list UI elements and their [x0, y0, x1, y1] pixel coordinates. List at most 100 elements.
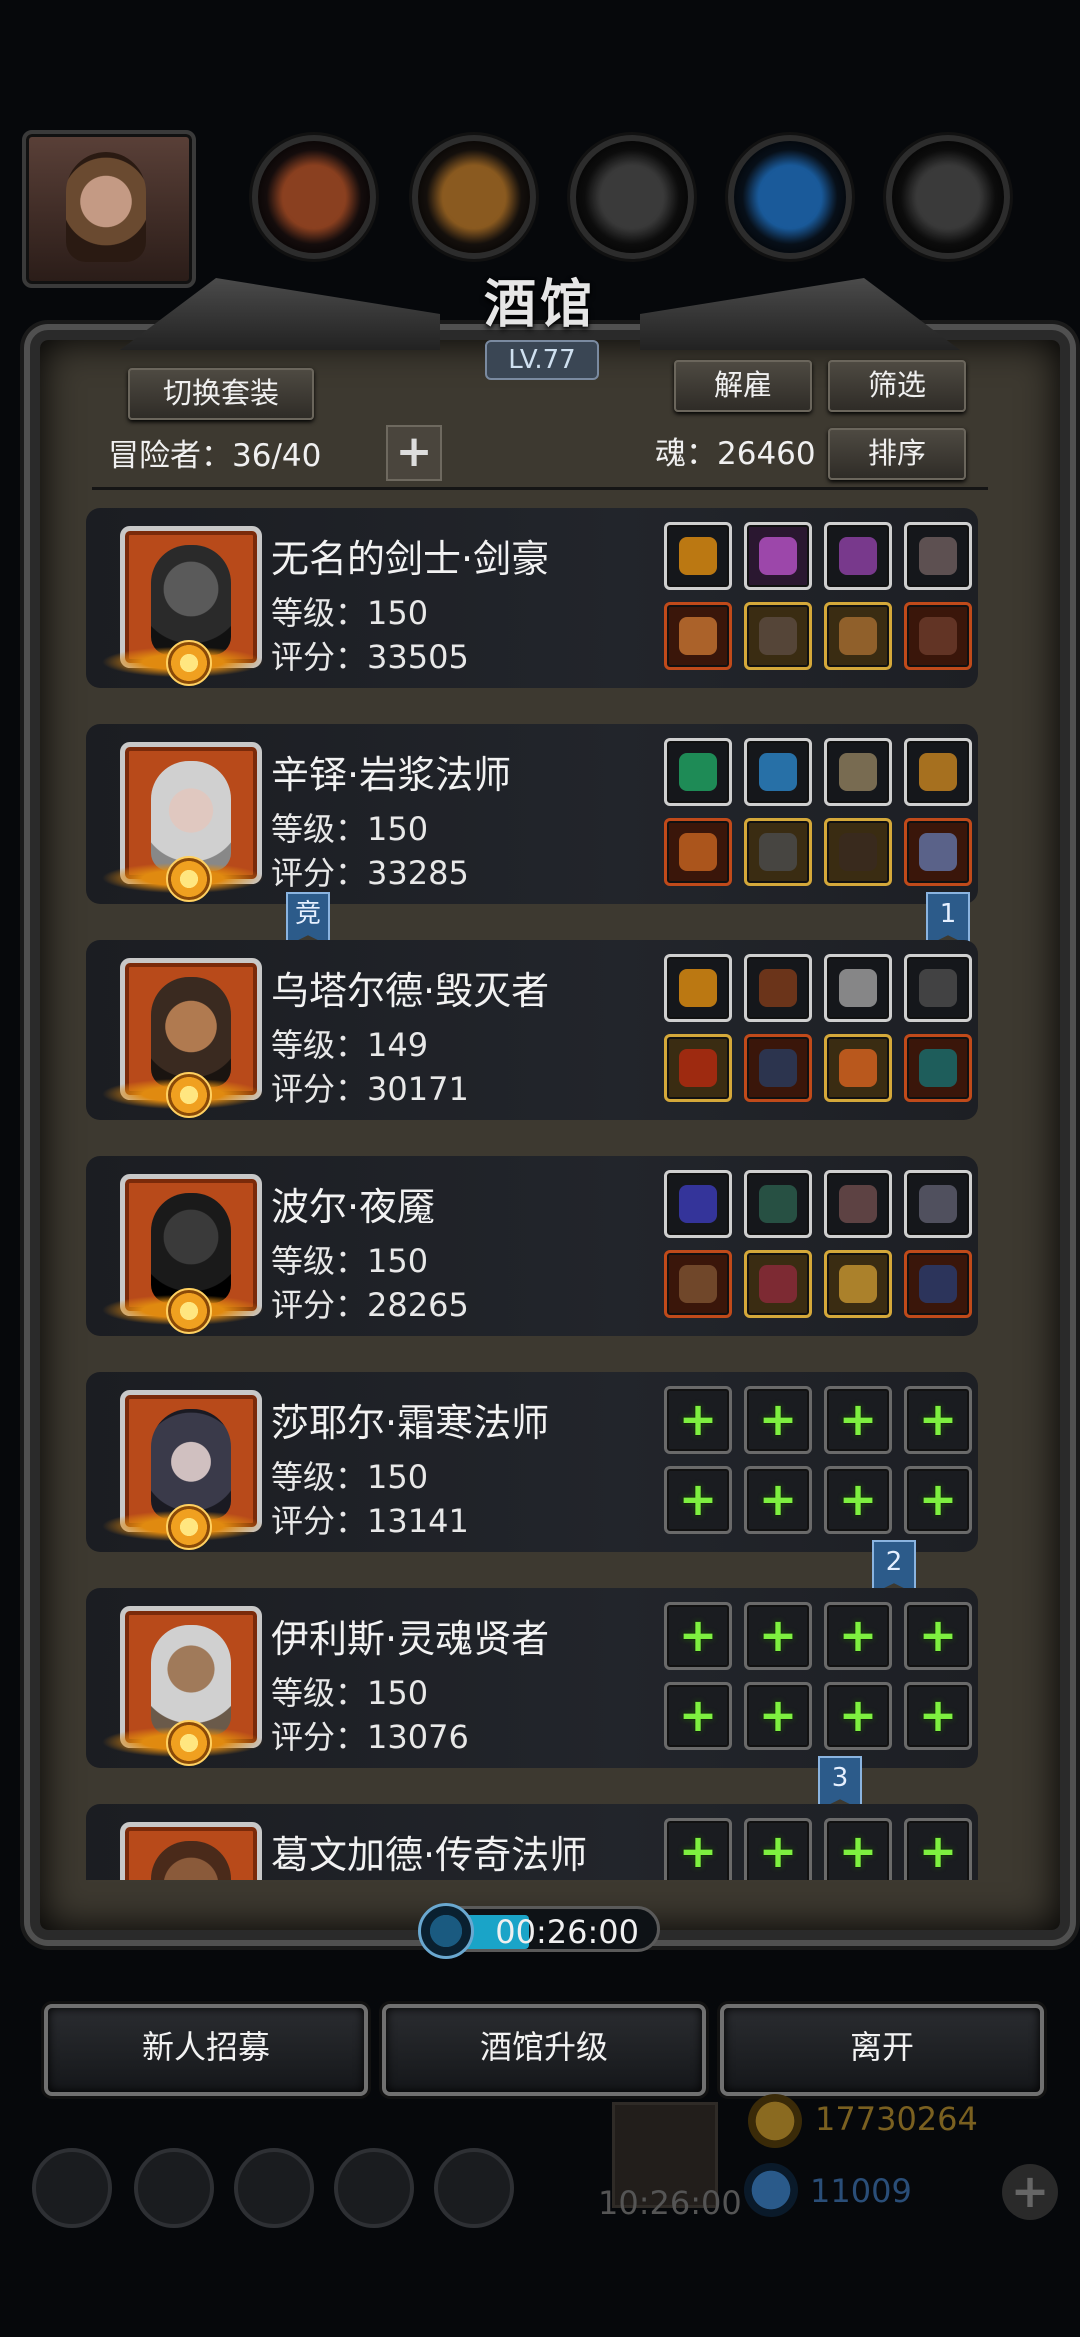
- equip-slot[interactable]: [744, 1034, 812, 1102]
- empty-equip-slot[interactable]: +: [904, 1818, 972, 1880]
- equip-slot[interactable]: [904, 522, 972, 590]
- empty-equip-slot[interactable]: +: [824, 1818, 892, 1880]
- empty-equip-slot[interactable]: +: [744, 1466, 812, 1534]
- achievement-icon[interactable]: [134, 2148, 214, 2228]
- hero-card[interactable]: 乌塔尔德·毁灭者 等级：149 评分：30171: [86, 940, 978, 1120]
- player-portrait[interactable]: [22, 130, 196, 288]
- leave-button[interactable]: 离开: [720, 2004, 1044, 2096]
- compete-flag: 竞: [286, 892, 330, 946]
- empty-equip-slot[interactable]: +: [824, 1682, 892, 1750]
- settings-icon[interactable]: [32, 2148, 112, 2228]
- add-currency-button[interactable]: +: [1002, 2164, 1058, 2220]
- empty-equip-slot[interactable]: +: [904, 1386, 972, 1454]
- empty-equip-slot[interactable]: +: [664, 1682, 732, 1750]
- equip-slot[interactable]: [664, 522, 732, 590]
- hero-card[interactable]: 伊利斯·灵魂贤者 等级：150 评分：13076 + + + + + + + +: [86, 1588, 978, 1768]
- empty-equip-slot[interactable]: +: [744, 1602, 812, 1670]
- resource-orb-wood[interactable]: [412, 135, 536, 259]
- sort-button[interactable]: 排序: [828, 428, 966, 480]
- resource-orb-stone[interactable]: [570, 135, 694, 259]
- dismiss-button[interactable]: 解雇: [674, 360, 812, 412]
- gold-amount: 17730264: [815, 2100, 978, 2138]
- empty-equip-slot[interactable]: +: [664, 1818, 732, 1880]
- empty-equip-slot[interactable]: +: [744, 1818, 812, 1880]
- equip-slot[interactable]: [904, 1250, 972, 1318]
- recruit-button[interactable]: 新人招募: [44, 2004, 368, 2096]
- equip-slot[interactable]: [824, 1034, 892, 1102]
- empty-equip-slot[interactable]: +: [904, 1466, 972, 1534]
- equip-slot[interactable]: [904, 738, 972, 806]
- empty-equip-slot[interactable]: +: [664, 1602, 732, 1670]
- equip-slot[interactable]: [744, 954, 812, 1022]
- empty-equip-slot[interactable]: +: [664, 1466, 732, 1534]
- hero-level: 等级：150: [271, 594, 429, 632]
- star-badge-icon: [166, 640, 212, 686]
- hero-card[interactable]: 无名的剑士·剑豪 等级：150 评分：33505: [86, 508, 978, 688]
- equip-slot[interactable]: [664, 738, 732, 806]
- add-equip-icon: +: [758, 1608, 798, 1662]
- equip-slot[interactable]: [904, 1170, 972, 1238]
- hero-card[interactable]: 辛铎·岩浆法师 等级：150 评分：33285: [86, 724, 978, 904]
- hero-name: 葛文加德·传奇法师: [271, 1833, 588, 1877]
- equip-slot[interactable]: [824, 602, 892, 670]
- equip-slot[interactable]: [904, 602, 972, 670]
- empty-equip-slot[interactable]: +: [824, 1466, 892, 1534]
- hero-name: 乌塔尔德·毁灭者: [271, 969, 550, 1013]
- equip-slot[interactable]: [744, 1250, 812, 1318]
- equip-slot[interactable]: [824, 738, 892, 806]
- codex-icon[interactable]: [234, 2148, 314, 2228]
- empty-equip-slot[interactable]: +: [904, 1602, 972, 1670]
- add-equip-icon: +: [838, 1824, 878, 1878]
- equip-slot[interactable]: [824, 954, 892, 1022]
- gift-timer: 10:26:00: [598, 2184, 742, 2222]
- equip-slot[interactable]: [744, 818, 812, 886]
- filter-button[interactable]: 筛选: [828, 360, 966, 412]
- equip-slot[interactable]: [904, 954, 972, 1022]
- upgrade-tavern-button[interactable]: 酒馆升级: [382, 2004, 706, 2096]
- empty-equip-slot[interactable]: +: [904, 1682, 972, 1750]
- equip-slot[interactable]: [664, 602, 732, 670]
- switch-outfit-button[interactable]: 切换套装: [128, 368, 314, 420]
- map-icon[interactable]: [434, 2148, 514, 2228]
- empty-equip-slot[interactable]: +: [824, 1386, 892, 1454]
- hero-name: 莎耶尔·霜寒法师: [271, 1401, 550, 1445]
- soul-count: 魂：26460: [655, 436, 816, 472]
- equip-slot[interactable]: [904, 1034, 972, 1102]
- empty-equip-slot[interactable]: +: [664, 1386, 732, 1454]
- tavern-level: LV.77: [485, 340, 599, 380]
- empty-equip-slot[interactable]: +: [744, 1682, 812, 1750]
- mail-icon[interactable]: [334, 2148, 414, 2228]
- equip-slot[interactable]: [664, 954, 732, 1022]
- equip-slot[interactable]: [664, 1034, 732, 1102]
- add-equip-icon: +: [758, 1688, 798, 1742]
- clock-icon: [418, 1903, 474, 1959]
- hero-score: 评分：33505: [271, 638, 469, 676]
- equip-slot[interactable]: [824, 1170, 892, 1238]
- equip-slot[interactable]: [744, 522, 812, 590]
- equip-slot[interactable]: [744, 738, 812, 806]
- add-equip-icon: +: [678, 1608, 718, 1662]
- hero-card[interactable]: 莎耶尔·霜寒法师 等级：150 评分：13141 + + + + + + + +: [86, 1372, 978, 1552]
- hero-card[interactable]: 葛文加德·传奇法师 + + + +: [86, 1804, 978, 1880]
- resource-orb-crystal[interactable]: [728, 135, 852, 259]
- hero-list[interactable]: 无名的剑士·剑豪 等级：150 评分：33505 辛铎·岩浆法师 等级：150 …: [86, 500, 986, 1880]
- add-equip-icon: +: [758, 1824, 798, 1878]
- equip-slot[interactable]: [744, 1170, 812, 1238]
- equip-slot[interactable]: [664, 1250, 732, 1318]
- resource-orb-iron[interactable]: [886, 135, 1010, 259]
- equip-slot[interactable]: [664, 1170, 732, 1238]
- adventurer-count: 冒险者：36/40: [108, 438, 322, 474]
- hero-name: 无名的剑士·剑豪: [271, 537, 550, 581]
- add-slot-button[interactable]: +: [386, 425, 442, 481]
- equip-slot[interactable]: [824, 1250, 892, 1318]
- resource-orb-ore[interactable]: [252, 135, 376, 259]
- empty-equip-slot[interactable]: +: [824, 1602, 892, 1670]
- equip-slot[interactable]: [824, 818, 892, 886]
- equip-slot[interactable]: [664, 818, 732, 886]
- hero-card[interactable]: 波尔·夜魇 等级：150 评分：28265: [86, 1156, 978, 1336]
- equip-slot[interactable]: [904, 818, 972, 886]
- equip-slot[interactable]: [824, 522, 892, 590]
- add-equip-icon: +: [918, 1608, 958, 1662]
- equip-slot[interactable]: [744, 602, 812, 670]
- empty-equip-slot[interactable]: +: [744, 1386, 812, 1454]
